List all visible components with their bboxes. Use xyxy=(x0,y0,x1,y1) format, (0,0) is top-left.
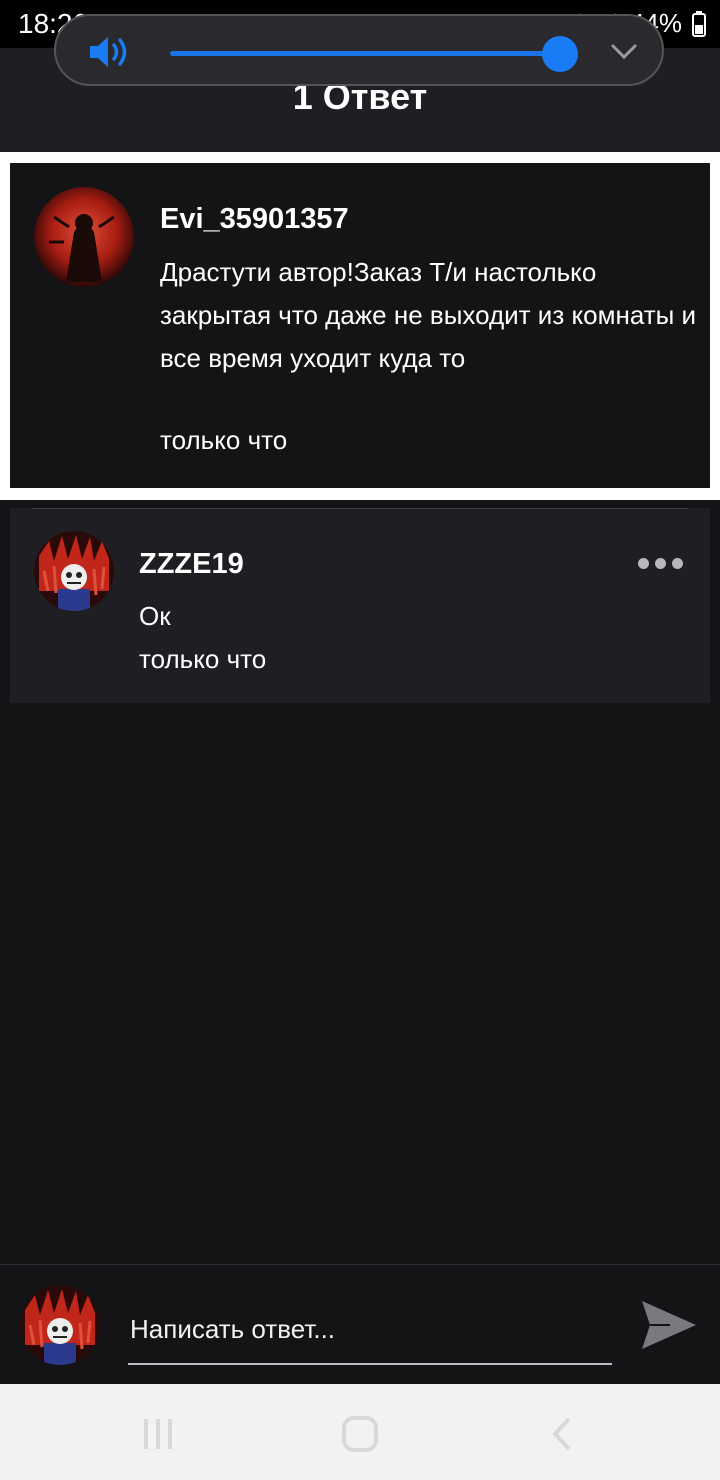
post-text: Драстути автор!Заказ Т/и настолько закры… xyxy=(160,257,697,373)
original-post: Evi_35901357 Драстути автор!Заказ Т/и на… xyxy=(10,163,710,488)
reply-username[interactable]: ZZZE19 xyxy=(139,548,244,581)
speaker-icon[interactable] xyxy=(88,34,132,70)
avatar[interactable] xyxy=(34,187,134,287)
reply-item: ZZZE19 Ок только что xyxy=(10,508,710,703)
reply-timestamp: только что xyxy=(139,644,267,674)
chevron-down-icon[interactable] xyxy=(610,40,638,64)
back-icon[interactable] xyxy=(543,1414,583,1454)
home-icon[interactable] xyxy=(340,1414,380,1454)
divider xyxy=(32,508,688,509)
post-username[interactable]: Evi_35901357 xyxy=(160,203,349,236)
avatar xyxy=(20,1285,100,1365)
battery-icon xyxy=(692,10,706,37)
volume-popup xyxy=(54,14,664,86)
reply-text: Ок xyxy=(139,601,171,631)
more-horizontal-icon[interactable] xyxy=(638,558,688,570)
avatar[interactable] xyxy=(34,531,114,611)
reply-input[interactable] xyxy=(128,1295,612,1365)
post-timestamp: только что xyxy=(160,425,288,455)
system-nav-bar xyxy=(0,1384,720,1480)
volume-slider-track[interactable] xyxy=(170,51,562,56)
reply-composer xyxy=(0,1264,720,1385)
volume-slider-thumb[interactable] xyxy=(542,36,578,72)
send-icon[interactable] xyxy=(640,1297,698,1353)
recent-apps-icon[interactable] xyxy=(140,1414,180,1454)
